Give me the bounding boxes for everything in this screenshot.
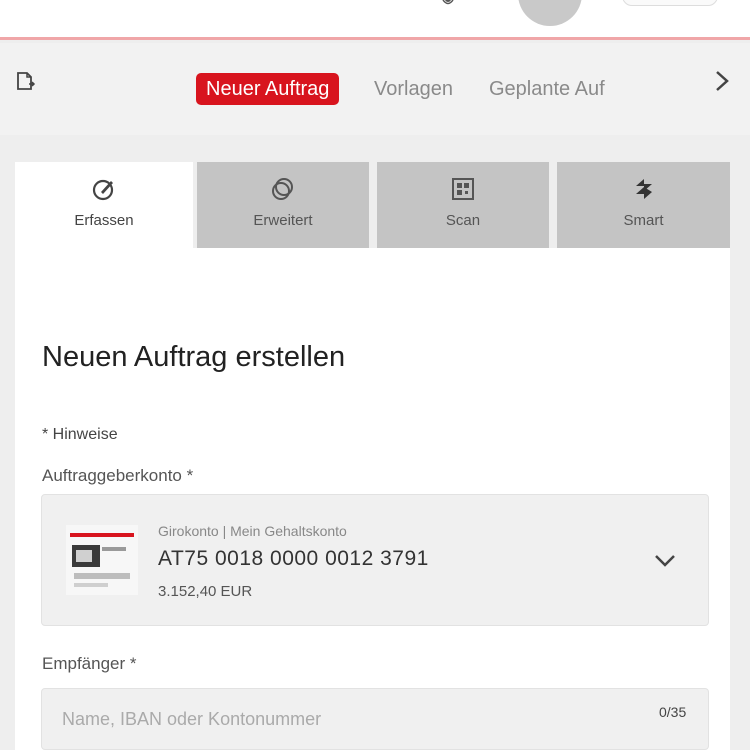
tab-vorlagen[interactable]: Vorlagen (374, 73, 453, 105)
mode-label: Erweitert (253, 212, 313, 229)
recipient-input[interactable] (41, 688, 709, 750)
account-name: Girokonto | Mein Gehaltskonto (158, 523, 347, 539)
account-selector[interactable]: Girokonto | Mein Gehaltskonto AT75 0018 … (41, 494, 709, 626)
mode-label: Erfassen (74, 212, 134, 229)
edit-icon (92, 179, 114, 201)
brand-logo (18, 0, 26, 18)
mode-tab-scan[interactable]: Scan (377, 162, 549, 248)
app-header (0, 0, 750, 40)
mode-label: Scan (445, 212, 481, 229)
order-form-panel: Neuen Auftrag erstellen * Hinweise Auftr… (15, 248, 730, 750)
account-label: Auftraggeberkonto * (42, 466, 194, 485)
required-hint: * Hinweise (42, 426, 118, 443)
account-iban: AT75 0018 0000 0012 3791 (158, 547, 429, 570)
microphone-icon[interactable] (440, 0, 456, 8)
mode-label: Smart (623, 212, 664, 229)
tab-neuer-auftrag[interactable]: Neuer Auftrag (196, 73, 340, 105)
recipient-char-counter: 0/35 (659, 704, 687, 720)
copy-icon (272, 178, 293, 200)
smart-icon (635, 179, 652, 199)
entry-mode-tabs: Erfassen Erweitert Scan Smart (15, 162, 730, 252)
document-icon[interactable] (14, 70, 36, 92)
chevron-down-icon[interactable] (652, 551, 678, 571)
tab-geplante-auftraege[interactable]: Geplante Auf (489, 73, 605, 105)
user-avatar[interactable] (518, 0, 582, 26)
mode-tab-erfassen[interactable]: Erfassen (15, 162, 193, 252)
account-balance: 3.152,40 EUR (158, 583, 253, 600)
scan-icon (452, 178, 474, 200)
chevron-right-icon[interactable] (710, 68, 734, 94)
mode-tab-smart[interactable]: Smart (557, 162, 730, 248)
header-action-button[interactable] (622, 0, 718, 6)
bank-card-icon (66, 525, 138, 595)
page-title: Neuen Auftrag erstellen (42, 341, 346, 373)
mode-tab-erweitert[interactable]: Erweitert (197, 162, 369, 248)
recipient-label: Empfänger * (42, 654, 137, 673)
